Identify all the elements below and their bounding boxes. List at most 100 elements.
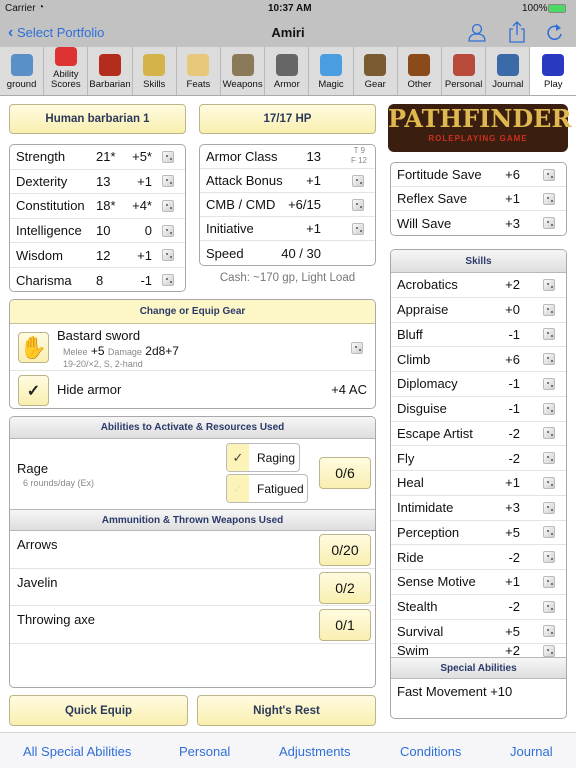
dice-icon[interactable] (162, 274, 174, 287)
person-icon[interactable] (467, 22, 487, 42)
ammo-counter[interactable]: 0/1 (319, 609, 371, 641)
fatigued-toggle[interactable]: ✓ Fatigued (226, 474, 308, 503)
hp-button[interactable]: 17/17 HP (199, 104, 376, 134)
dice-icon[interactable] (543, 377, 555, 390)
rage-counter[interactable]: 0/6 (319, 457, 371, 489)
dice-icon[interactable] (543, 192, 555, 205)
special-ability-row[interactable]: Fast Movement +10 (391, 679, 566, 703)
nights-rest-button[interactable]: Night's Rest (197, 695, 376, 726)
tab-gear[interactable]: Gear (354, 47, 398, 95)
skill-row[interactable]: Swim +2 (391, 643, 566, 658)
ability-row[interactable]: Intelligence 10 0 (10, 219, 185, 244)
dice-icon[interactable] (162, 249, 174, 262)
ammo-counter[interactable]: 0/20 (319, 534, 371, 566)
personal-button[interactable]: Personal (179, 744, 230, 759)
armor-row[interactable]: ✓ Hide armor +4 AC (10, 371, 375, 408)
dice-icon[interactable] (162, 175, 174, 188)
gear-header[interactable]: Change or Equip Gear (10, 300, 375, 324)
combat-row[interactable]: Initiative +1 (200, 217, 375, 241)
tab-skills[interactable]: Skills (133, 47, 177, 95)
quick-equip-button[interactable]: Quick Equip (9, 695, 188, 726)
save-name: Reflex Save (397, 191, 468, 206)
tab-play[interactable]: Play (530, 47, 576, 95)
tab-journal[interactable]: Journal (486, 47, 531, 95)
dice-icon[interactable] (543, 644, 555, 657)
combat-row[interactable]: Attack Bonus +1 (200, 169, 375, 193)
save-row[interactable]: Fortitude Save +6 (391, 163, 566, 187)
ability-row[interactable]: Constitution 18* +4* (10, 194, 185, 219)
skill-row[interactable]: Diplomacy -1 (391, 372, 566, 397)
skill-name: Disguise (397, 401, 447, 417)
dice-icon[interactable] (543, 278, 555, 291)
tab-barbarian[interactable]: Barbarian (88, 47, 133, 95)
ability-row[interactable]: Wisdom 12 +1 (10, 243, 185, 268)
ability-row[interactable]: Charisma 8 -1 (10, 268, 185, 291)
dice-icon[interactable] (543, 427, 555, 440)
tab-weapons[interactable]: Weapons (221, 47, 266, 95)
dice-icon[interactable] (543, 476, 555, 489)
dice-icon[interactable] (543, 501, 555, 514)
save-row[interactable]: Reflex Save +1 (391, 187, 566, 211)
dice-icon[interactable] (543, 402, 555, 415)
dice-icon[interactable] (543, 328, 555, 341)
dice-icon[interactable] (352, 222, 364, 235)
dice-icon[interactable] (543, 217, 555, 229)
dice-icon[interactable] (162, 224, 174, 237)
dice-icon[interactable] (543, 452, 555, 465)
combat-row[interactable]: Armor Class 13 T 9F 12 (200, 145, 375, 169)
dice-icon[interactable] (543, 168, 555, 181)
skill-row[interactable]: Ride -2 (391, 545, 566, 570)
combat-row[interactable]: Speed 40 / 30 (200, 241, 375, 265)
dice-icon[interactable] (162, 150, 174, 163)
save-row[interactable]: Will Save +3 (391, 211, 566, 235)
dice-icon[interactable] (543, 551, 555, 564)
journal-button[interactable]: Journal (510, 744, 553, 759)
tab-ground[interactable]: ground (0, 47, 45, 95)
checkmark-icon[interactable]: ✓ (18, 375, 49, 406)
skill-row[interactable]: Disguise -1 (391, 397, 566, 422)
combat-row[interactable]: CMB / CMD +6/15 (200, 193, 375, 217)
all-special-abilities-button[interactable]: All Special Abilities (23, 744, 131, 759)
raging-toggle[interactable]: ✓ Raging (226, 443, 300, 472)
tab-magic[interactable]: Magic (309, 47, 354, 95)
dice-icon[interactable] (162, 199, 174, 212)
dice-icon[interactable] (351, 342, 363, 354)
hand-icon[interactable]: ✋ (18, 332, 49, 363)
adjustments-button[interactable]: Adjustments (279, 744, 351, 759)
dice-icon[interactable] (543, 600, 555, 613)
refresh-icon[interactable] (546, 22, 564, 42)
tab-ability-scores[interactable]: Ability Scores (44, 47, 89, 95)
skill-row[interactable]: Fly -2 (391, 446, 566, 471)
skill-row[interactable]: Sense Motive +1 (391, 570, 566, 595)
ability-row[interactable]: Strength 21* +5* (10, 145, 185, 170)
dice-icon[interactable] (543, 353, 555, 366)
skill-row[interactable]: Acrobatics +2 (391, 273, 566, 298)
skill-row[interactable]: Escape Artist -2 (391, 422, 566, 447)
skill-row[interactable]: Survival +5 (391, 620, 566, 645)
ammo-counter[interactable]: 0/2 (319, 571, 371, 604)
tab-other[interactable]: Other (398, 47, 443, 95)
skill-row[interactable]: Intimidate +3 (391, 496, 566, 521)
tab-armor[interactable]: Armor (265, 47, 310, 95)
dice-icon[interactable] (543, 303, 555, 316)
dice-icon[interactable] (352, 174, 364, 187)
skill-name: Appraise (397, 302, 449, 318)
dice-icon[interactable] (352, 198, 364, 211)
tab-personal[interactable]: Personal (442, 47, 487, 95)
cash-load: Cash: ~170 gp, Light Load (219, 272, 356, 284)
skill-row[interactable]: Bluff -1 (391, 323, 566, 348)
skill-row[interactable]: Stealth -2 (391, 595, 566, 620)
skill-row[interactable]: Appraise +0 (391, 298, 566, 323)
share-icon[interactable] (509, 21, 525, 43)
dice-icon[interactable] (543, 625, 555, 638)
tab-feats[interactable]: Feats (177, 47, 222, 95)
dice-icon[interactable] (543, 575, 555, 588)
skill-row[interactable]: Climb +6 (391, 347, 566, 372)
skill-row[interactable]: Perception +5 (391, 521, 566, 546)
conditions-button[interactable]: Conditions (400, 744, 461, 759)
ability-row[interactable]: Dexterity 13 +1 (10, 170, 185, 195)
skill-row[interactable]: Heal +1 (391, 471, 566, 496)
dice-icon[interactable] (543, 526, 555, 539)
race-class-button[interactable]: Human barbarian 1 (9, 104, 186, 134)
weapon-row[interactable]: ✋ Bastard sword Melee +5 Damage 2d8+7 19… (10, 324, 375, 371)
